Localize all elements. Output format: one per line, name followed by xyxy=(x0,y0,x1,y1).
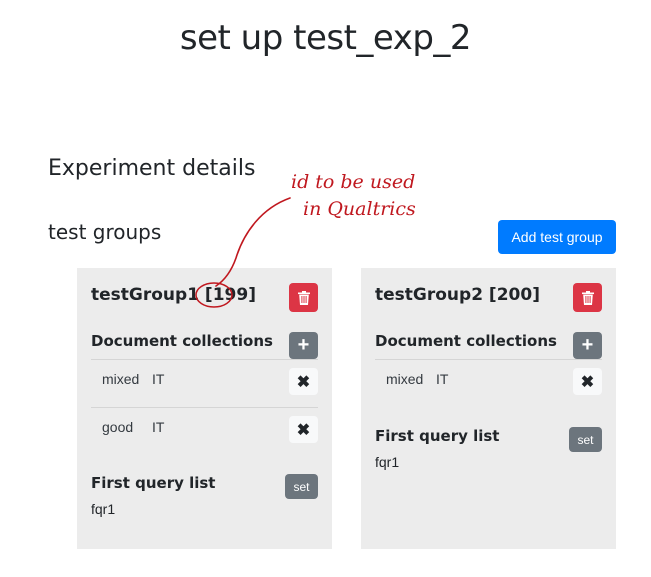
collection-language: IT xyxy=(152,371,165,387)
annotation-line-1: id to be used xyxy=(291,171,415,193)
group-title: testGroup1 [199] xyxy=(91,285,256,305)
query-list-value: fqr1 xyxy=(375,454,400,470)
document-collection-row: mixed IT ✖ xyxy=(375,365,602,401)
document-collection-row: mixed IT ✖ xyxy=(91,365,318,401)
trash-icon xyxy=(297,290,310,305)
remove-collection-button[interactable]: ✖ xyxy=(573,368,602,395)
annotation-line-2: in Qualtrics xyxy=(303,198,416,220)
add-test-group-button[interactable]: Add test group xyxy=(498,220,616,254)
remove-collection-button[interactable]: ✖ xyxy=(289,416,318,443)
collection-name: mixed xyxy=(386,371,424,387)
experiment-details-heading: Experiment details xyxy=(48,156,256,181)
document-collections-title: Document collections xyxy=(375,332,557,350)
test-groups-heading: test groups xyxy=(48,220,162,244)
close-icon: ✖ xyxy=(580,373,595,391)
collection-language: IT xyxy=(436,371,449,387)
group-title: testGroup2 [200] xyxy=(375,285,540,305)
remove-collection-button[interactable]: ✖ xyxy=(289,368,318,395)
set-query-list-button[interactable]: set xyxy=(285,474,318,499)
delete-group-button[interactable] xyxy=(573,283,602,312)
collection-name: good xyxy=(102,419,134,435)
divider xyxy=(91,407,318,408)
first-query-list-title: First query list xyxy=(375,427,500,445)
delete-group-button[interactable] xyxy=(289,283,318,312)
close-icon: ✖ xyxy=(296,373,311,391)
query-list-value: fqr1 xyxy=(91,501,116,517)
collection-language: IT xyxy=(152,419,165,435)
plus-icon: + xyxy=(581,334,594,356)
add-document-collection-button[interactable]: + xyxy=(289,332,318,359)
trash-icon xyxy=(581,290,594,305)
collection-name: mixed xyxy=(102,371,140,387)
set-query-list-button[interactable]: set xyxy=(569,427,602,452)
test-group-card: testGroup2 [200] Document collections + … xyxy=(361,268,616,549)
divider xyxy=(91,359,318,360)
page-title: set up test_exp_2 xyxy=(179,18,472,58)
add-document-collection-button[interactable]: + xyxy=(573,332,602,359)
divider xyxy=(375,359,602,360)
test-group-card: testGroup1 [199] Document collections + … xyxy=(77,268,332,549)
close-icon: ✖ xyxy=(296,421,311,439)
document-collection-row: good IT ✖ xyxy=(91,413,318,449)
document-collections-title: Document collections xyxy=(91,332,273,350)
plus-icon: + xyxy=(297,334,310,356)
first-query-list-title: First query list xyxy=(91,474,216,492)
